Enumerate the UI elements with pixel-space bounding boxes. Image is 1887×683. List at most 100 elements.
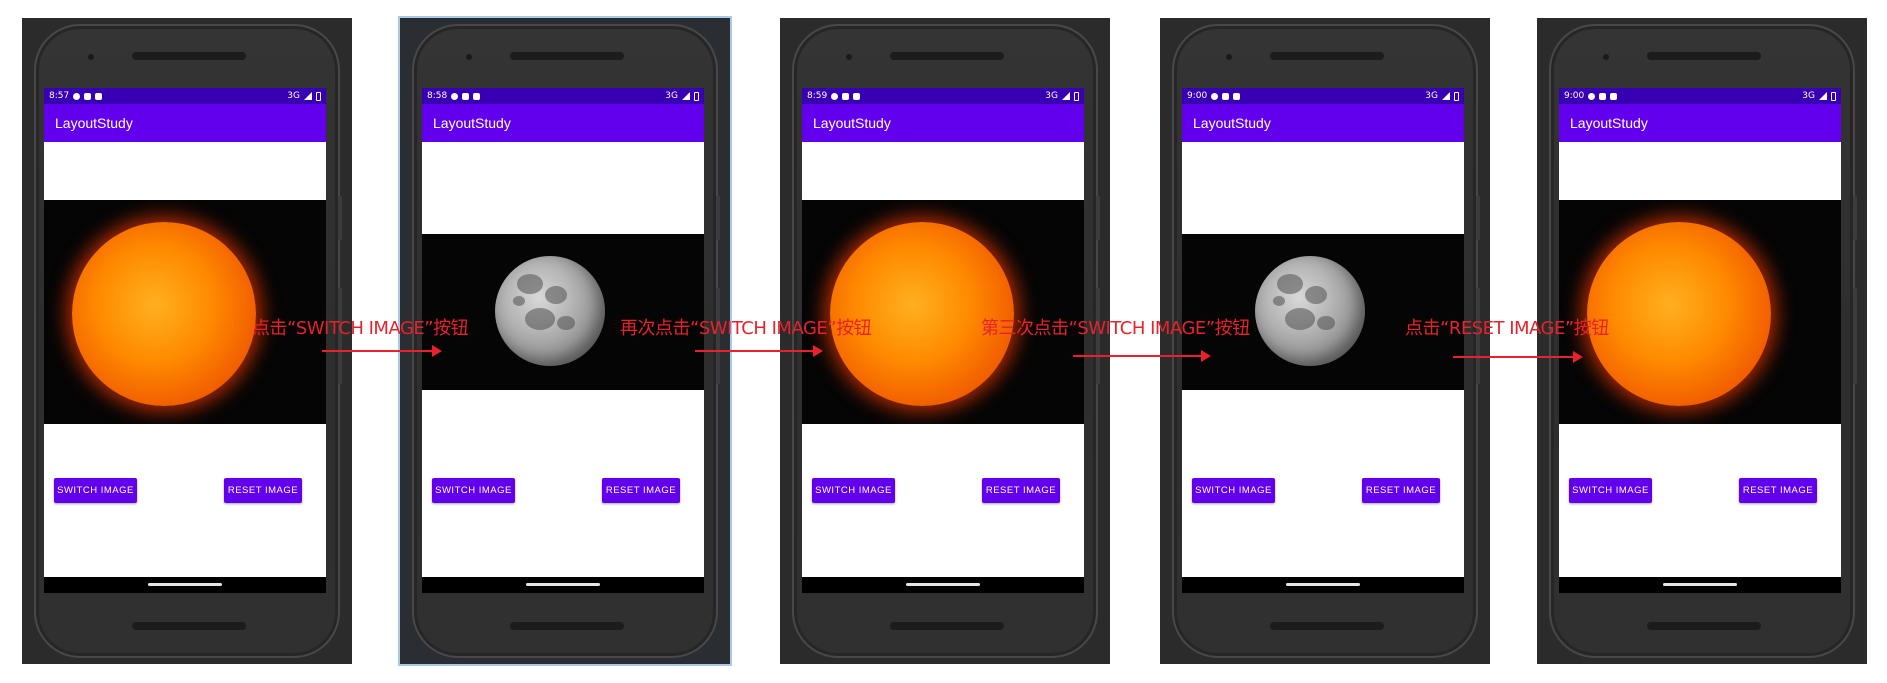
battery-icon (1454, 91, 1459, 101)
shield-icon (1211, 92, 1219, 100)
navigation-bar (1182, 577, 1464, 593)
status-bar-left: 8:58 (427, 91, 481, 101)
home-gesture-handle[interactable] (906, 583, 980, 586)
navigation-bar (802, 577, 1084, 593)
moon-disc (495, 256, 605, 366)
home-gesture-handle[interactable] (1286, 583, 1360, 586)
app-bar-title: LayoutStudy (422, 104, 704, 142)
step-arrow-icon (1073, 350, 1211, 362)
screenshot-frame: 8:58 3G LayoutStudy SWITCH IMAGE RESET IMAGE (398, 16, 732, 666)
status-bar-right: 3G (1045, 91, 1079, 101)
home-gesture-handle[interactable] (148, 583, 222, 586)
home-gesture-handle[interactable] (526, 583, 600, 586)
app-bar-title: LayoutStudy (802, 104, 1084, 142)
shield-icon (451, 92, 459, 100)
navigation-bar (44, 577, 326, 593)
signal-icon (1442, 92, 1450, 100)
switch-image-button[interactable]: SWITCH IMAGE (54, 478, 137, 503)
switch-image-button[interactable]: SWITCH IMAGE (812, 478, 895, 503)
status-bar: 9:00 3G (1182, 88, 1464, 104)
bottom-speaker (1647, 622, 1761, 630)
home-gesture-handle[interactable] (1663, 583, 1737, 586)
screenshot-frame: 9:00 3G LayoutStudy SWITCH IMAGE RESET IMAGE (1160, 18, 1490, 664)
notification-icon (1233, 92, 1241, 100)
status-bar-right: 3G (287, 91, 321, 101)
status-bar-left: 8:59 (807, 91, 861, 101)
battery-icon (1074, 91, 1079, 101)
moon-crater (517, 274, 543, 294)
phone-device: 9:00 3G LayoutStudy SWITCH IMAGE RESET IMAGE (1172, 24, 1480, 658)
status-bar-left: 8:57 (49, 91, 103, 101)
moon-crater (1273, 296, 1285, 306)
app-bar-title: LayoutStudy (1182, 104, 1464, 142)
status-time: 8:59 (807, 91, 828, 101)
moon-crater (513, 296, 525, 306)
status-time: 8:58 (427, 91, 448, 101)
front-camera-icon (466, 54, 472, 60)
power-button[interactable] (338, 196, 342, 240)
power-button[interactable] (1096, 196, 1100, 240)
notification-icon (473, 92, 481, 100)
earpiece-speaker (1647, 52, 1761, 60)
reset-image-button[interactable]: RESET IMAGE (1362, 478, 1440, 503)
network-type: 3G (287, 91, 300, 101)
reset-image-button[interactable]: RESET IMAGE (1739, 478, 1817, 503)
network-type: 3G (1045, 91, 1058, 101)
switch-image-button[interactable]: SWITCH IMAGE (432, 478, 515, 503)
sim-card-icon (1222, 92, 1230, 100)
screenshot-frame: 8:57 3G LayoutStudy SWITCH IMAGE RESET IMAGE (22, 18, 352, 664)
status-bar-left: 9:00 (1187, 91, 1241, 101)
battery-icon (1831, 91, 1836, 101)
sim-card-icon (1599, 92, 1607, 100)
status-time: 8:57 (49, 91, 70, 101)
power-button[interactable] (1476, 196, 1480, 240)
status-bar-right: 3G (1802, 91, 1836, 101)
signal-icon (682, 92, 690, 100)
screenshot-frame: 9:00 3G LayoutStudy SWITCH IMAGE RESET IMAGE (1537, 18, 1867, 664)
front-camera-icon (846, 54, 852, 60)
navigation-bar (422, 577, 704, 593)
screenshot-frame: 8:59 3G LayoutStudy SWITCH IMAGE RESET IMAGE (780, 18, 1110, 664)
moon-image (422, 234, 704, 390)
network-type: 3G (1802, 91, 1815, 101)
sun-disc (1587, 222, 1771, 406)
switch-image-button[interactable]: SWITCH IMAGE (1569, 478, 1652, 503)
signal-icon (1062, 92, 1070, 100)
status-bar-right: 3G (1425, 91, 1459, 101)
step-caption: 第三次点击“SWITCH IMAGE”按钮 (981, 318, 1250, 339)
phone-device: 8:57 3G LayoutStudy SWITCH IMAGE RESET IMAGE (34, 24, 342, 658)
front-camera-icon (88, 54, 94, 60)
step-arrow-icon (322, 345, 442, 357)
bottom-speaker (890, 622, 1004, 630)
earpiece-speaker (132, 52, 246, 60)
switch-image-button[interactable]: SWITCH IMAGE (1192, 478, 1275, 503)
status-bar: 9:00 3G (1559, 88, 1841, 104)
volume-button[interactable] (1853, 288, 1857, 384)
front-camera-icon (1603, 54, 1609, 60)
status-bar: 8:58 3G (422, 88, 704, 104)
app-screen: 8:59 3G LayoutStudy SWITCH IMAGE RESET IMAGE (802, 88, 1084, 593)
earpiece-speaker (510, 52, 624, 60)
reset-image-button[interactable]: RESET IMAGE (224, 478, 302, 503)
shield-icon (73, 92, 81, 100)
reset-image-button[interactable]: RESET IMAGE (982, 478, 1060, 503)
network-type: 3G (665, 91, 678, 101)
notification-icon (853, 92, 861, 100)
app-bar-title: LayoutStudy (1559, 104, 1841, 142)
app-bar-title: LayoutStudy (44, 104, 326, 142)
status-bar-left: 9:00 (1564, 91, 1618, 101)
moon-crater (1285, 308, 1315, 330)
reset-image-button[interactable]: RESET IMAGE (602, 478, 680, 503)
phone-device: 8:58 3G LayoutStudy SWITCH IMAGE RESET IMAGE (412, 24, 720, 658)
power-button[interactable] (716, 196, 720, 240)
navigation-bar (1559, 577, 1841, 593)
app-screen: 9:00 3G LayoutStudy SWITCH IMAGE RESET IMAGE (1182, 88, 1464, 593)
app-screen: 9:00 3G LayoutStudy SWITCH IMAGE RESET IMAGE (1559, 88, 1841, 593)
power-button[interactable] (1853, 196, 1857, 240)
moon-crater (545, 286, 567, 304)
sim-card-icon (84, 92, 92, 100)
moon-crater (557, 316, 575, 330)
shield-icon (1588, 92, 1596, 100)
sun-image (44, 200, 326, 424)
sun-image (802, 200, 1084, 424)
